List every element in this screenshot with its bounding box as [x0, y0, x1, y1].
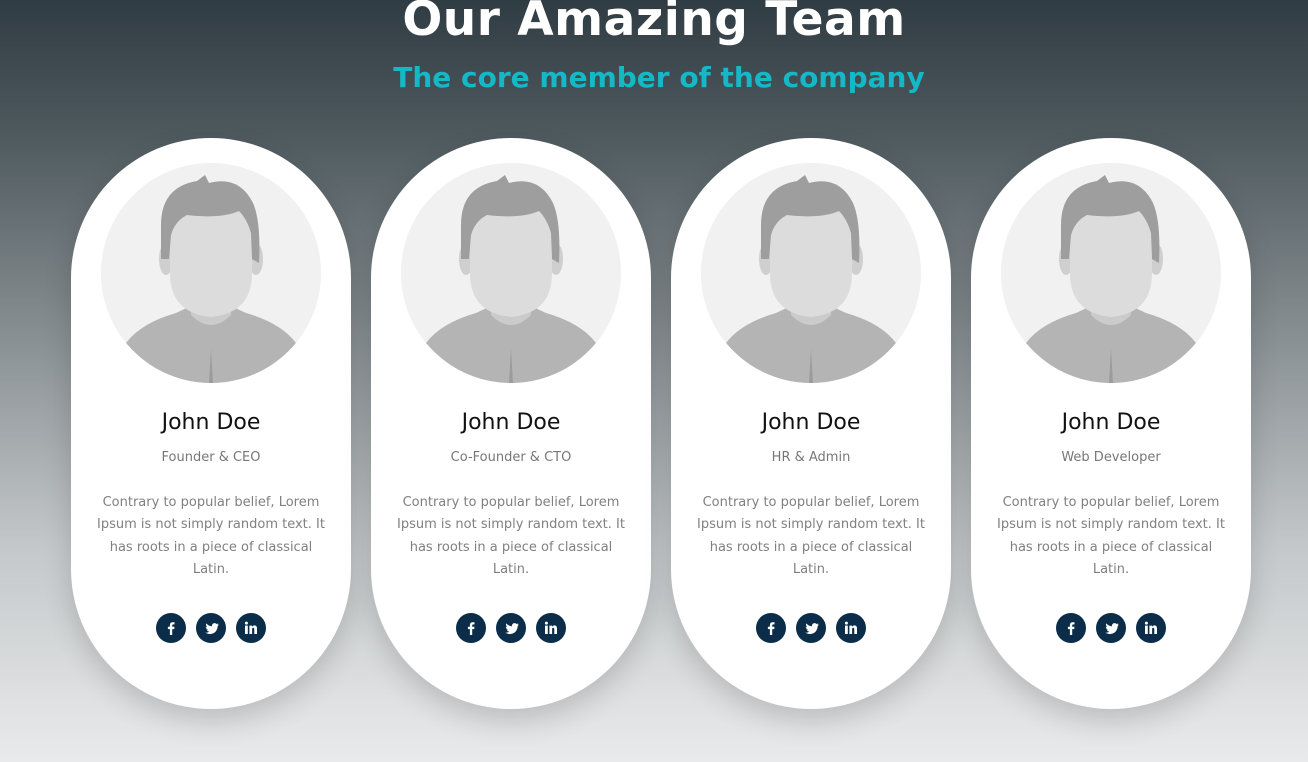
team-member-card: John Doe HR & Admin Contrary to popular …	[671, 138, 951, 709]
user-avatar-placeholder-icon	[1001, 163, 1221, 383]
page-subtitle: The core member of the company	[393, 61, 925, 94]
user-avatar-placeholder-icon	[101, 163, 321, 383]
member-role: Founder & CEO	[161, 450, 261, 465]
team-member-card: John Doe Founder & CEO Contrary to popul…	[71, 138, 351, 709]
member-name: John Doe	[461, 410, 561, 435]
member-description: Contrary to popular belief, Lorem Ipsum …	[697, 495, 925, 577]
linkedin-icon[interactable]	[836, 613, 866, 643]
linkedin-icon[interactable]	[236, 613, 266, 643]
member-role: Co-Founder & CTO	[450, 450, 572, 465]
page-title: Our Amazing Team	[402, 0, 906, 47]
linkedin-icon[interactable]	[1136, 613, 1166, 643]
member-name: John Doe	[1061, 410, 1161, 435]
facebook-icon[interactable]	[156, 613, 186, 643]
facebook-icon[interactable]	[456, 613, 486, 643]
member-name: John Doe	[161, 410, 261, 435]
linkedin-icon[interactable]	[536, 613, 566, 643]
member-description: Contrary to popular belief, Lorem Ipsum …	[997, 495, 1225, 577]
facebook-icon[interactable]	[1056, 613, 1086, 643]
facebook-icon[interactable]	[756, 613, 786, 643]
social-links	[71, 613, 351, 643]
social-links	[971, 613, 1251, 643]
twitter-icon[interactable]	[1096, 613, 1126, 643]
user-avatar-placeholder-icon	[701, 163, 921, 383]
team-member-card: John Doe Co-Founder & CTO Contrary to po…	[371, 138, 651, 709]
twitter-icon[interactable]	[496, 613, 526, 643]
member-role: HR & Admin	[771, 450, 851, 465]
member-name: John Doe	[761, 410, 861, 435]
user-avatar-placeholder-icon	[401, 163, 621, 383]
member-description: Contrary to popular belief, Lorem Ipsum …	[97, 495, 325, 577]
social-links	[671, 613, 951, 643]
social-links	[371, 613, 651, 643]
team-member-card: John Doe Web Developer Contrary to popul…	[971, 138, 1251, 709]
member-role: Web Developer	[1061, 450, 1161, 465]
member-description: Contrary to popular belief, Lorem Ipsum …	[397, 495, 625, 577]
twitter-icon[interactable]	[196, 613, 226, 643]
twitter-icon[interactable]	[796, 613, 826, 643]
